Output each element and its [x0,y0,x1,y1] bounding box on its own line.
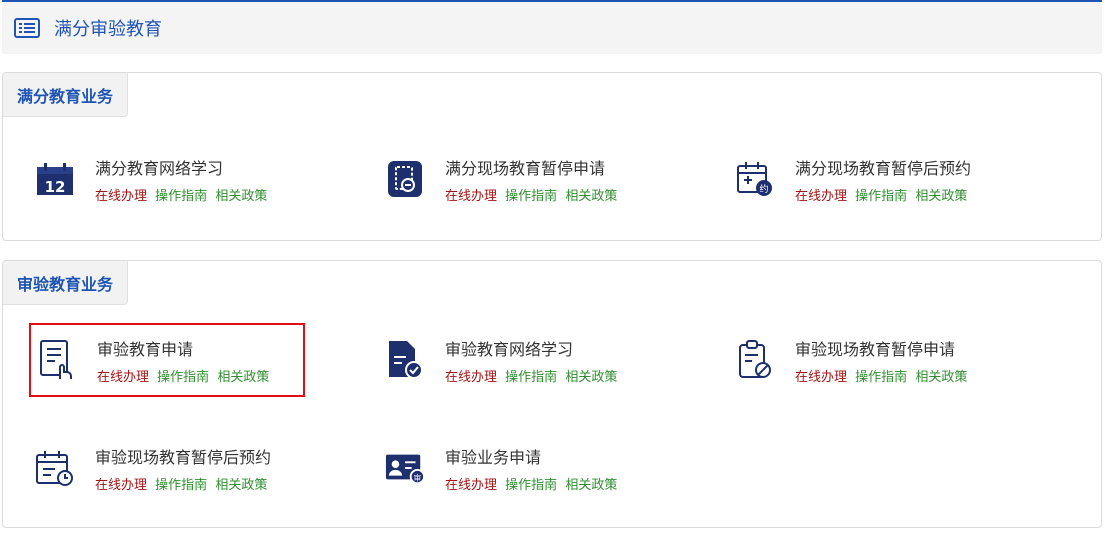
page-title: 满分审验教育 [54,19,162,40]
guide-link[interactable]: 操作指南 [505,189,557,204]
document-check-icon [385,340,425,380]
service-title[interactable]: 满分教育网络学习 [95,155,271,179]
guide-link[interactable]: 操作指南 [155,189,207,204]
list-icon [14,18,42,38]
policy-link[interactable]: 相关政策 [915,370,967,385]
service-item[interactable]: 审验现场教育暂停申请 在线办理 操作指南 相关政策 [729,323,1005,397]
guide-link[interactable]: 操作指南 [855,189,907,204]
section-full-score-education: 满分教育业务 12 满分教育网络学习 在线办理 操作指南 相关政策 满分现场教育… [2,72,1102,241]
guide-link[interactable]: 操作指南 [505,370,557,385]
service-title[interactable]: 审验业务申请 [445,444,621,468]
service-item[interactable]: 审验教育申请 在线办理 操作指南 相关政策 [29,323,305,397]
online-link[interactable]: 在线办理 [795,370,847,385]
service-title[interactable]: 审验现场教育暂停后预约 [95,444,271,468]
guide-link[interactable]: 操作指南 [157,370,209,385]
online-link[interactable]: 在线办理 [97,370,149,385]
service-item[interactable]: 约 满分现场教育暂停后预约 在线办理 操作指南 相关政策 [729,142,1005,216]
service-item[interactable]: 审 审验业务申请 在线办理 操作指南 相关政策 [379,431,655,505]
online-link[interactable]: 在线办理 [445,189,497,204]
service-item[interactable]: 12 满分教育网络学习 在线办理 操作指南 相关政策 [29,142,305,216]
calendar-appointment-icon: 约 [735,159,775,199]
service-title[interactable]: 满分现场教育暂停后预约 [795,155,971,179]
online-link[interactable]: 在线办理 [795,189,847,204]
svg-text:12: 12 [45,178,66,196]
policy-link[interactable]: 相关政策 [565,189,617,204]
section-review-education: 审验教育业务 审验教育申请 在线办理 操作指南 相关政策 审验教育网络学习 在线… [2,260,1102,528]
online-link[interactable]: 在线办理 [95,189,147,204]
section-tab: 审验教育业务 [3,261,128,305]
service-title[interactable]: 审验教育网络学习 [445,336,621,360]
calendar-12-icon: 12 [35,159,75,199]
policy-link[interactable]: 相关政策 [565,370,617,385]
service-title[interactable]: 满分现场教育暂停申请 [445,155,621,179]
policy-link[interactable]: 相关政策 [217,370,269,385]
page-header: 满分审验教育 [2,0,1102,54]
id-card-icon: 审 [385,448,425,488]
policy-link[interactable]: 相关政策 [215,189,267,204]
online-link[interactable]: 在线办理 [95,478,147,493]
online-link[interactable]: 在线办理 [445,478,497,493]
guide-link[interactable]: 操作指南 [505,478,557,493]
service-title[interactable]: 审验现场教育暂停申请 [795,336,971,360]
service-item[interactable]: 审验现场教育暂停后预约 在线办理 操作指南 相关政策 [29,431,305,505]
svg-text:约: 约 [759,183,768,195]
policy-link[interactable]: 相关政策 [565,478,617,493]
pause-clock-icon [385,159,425,199]
policy-link[interactable]: 相关政策 [915,189,967,204]
service-title[interactable]: 审验教育申请 [97,336,273,360]
calendar-clock-icon [35,448,75,488]
guide-link[interactable]: 操作指南 [855,370,907,385]
svg-text:审: 审 [414,472,422,482]
policy-link[interactable]: 相关政策 [215,478,267,493]
document-hand-icon [37,340,77,380]
clipboard-stop-icon [735,340,775,380]
service-item[interactable]: 审验教育网络学习 在线办理 操作指南 相关政策 [379,323,655,397]
guide-link[interactable]: 操作指南 [155,478,207,493]
service-item[interactable]: 满分现场教育暂停申请 在线办理 操作指南 相关政策 [379,142,655,216]
section-tab: 满分教育业务 [3,73,128,117]
online-link[interactable]: 在线办理 [445,370,497,385]
